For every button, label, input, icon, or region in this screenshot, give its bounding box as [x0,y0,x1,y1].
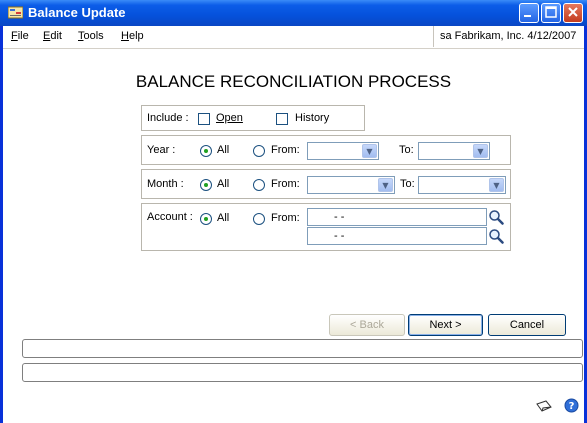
month-all-radio[interactable] [200,179,212,191]
minimize-button[interactable] [519,3,539,23]
year-group: Year : All From: ▼ To: ▼ [141,135,511,165]
close-button[interactable] [563,3,583,23]
account-from-field[interactable]: - - [307,208,487,226]
next-button[interactable]: Next > [408,314,483,336]
note-icon[interactable] [535,398,553,414]
account-all-label[interactable]: All [217,212,229,224]
chevron-down-icon[interactable]: ▼ [489,178,504,192]
title-bar[interactable]: Balance Update [0,0,587,26]
chevron-down-icon[interactable]: ▼ [378,178,393,192]
minimize-icon [524,15,531,17]
close-icon [568,7,578,17]
menu-file[interactable]: File [11,30,29,42]
info-field-1 [22,339,583,358]
include-label: Include : [147,112,189,124]
magnifier-lookup-icon[interactable] [488,228,504,244]
svg-text:?: ? [569,401,575,412]
year-to-dropdown[interactable]: ▼ [418,142,490,160]
menu-edit[interactable]: Edit [43,30,62,42]
account-group: Account : All From: - - - - [141,203,511,251]
cancel-button[interactable]: Cancel [488,314,566,336]
month-to-label: To: [400,178,415,190]
month-label: Month : [147,178,184,190]
account-label: Account : [147,211,193,223]
menu-bar: File Edit Tools Help sa Fabrikam, Inc. 4… [3,26,584,49]
year-label: Year : [147,144,176,156]
year-to-label: To: [399,144,414,156]
month-from-label[interactable]: From: [271,178,300,190]
open-label[interactable]: Open [216,112,243,124]
menu-help[interactable]: Help [121,30,144,42]
year-from-radio[interactable] [253,145,265,157]
account-from-label[interactable]: From: [271,212,300,224]
month-to-dropdown[interactable]: ▼ [418,176,506,194]
maximize-button[interactable] [541,3,561,23]
history-label[interactable]: History [295,112,329,124]
magnifier-lookup-icon[interactable] [488,209,504,225]
year-from-dropdown[interactable]: ▼ [307,142,379,160]
account-from-radio[interactable] [253,213,265,225]
account-to-field[interactable]: - - [307,227,487,245]
user-company-date: sa Fabrikam, Inc. 4/12/2007 [433,26,584,47]
page-title: BALANCE RECONCILIATION PROCESS [135,72,452,91]
year-from-label[interactable]: From: [271,144,300,156]
month-all-label[interactable]: All [217,178,229,190]
month-group: Month : All From: ▼ To: ▼ [141,169,511,199]
month-from-radio[interactable] [253,179,265,191]
history-checkbox[interactable] [276,113,288,125]
month-from-dropdown[interactable]: ▼ [307,176,395,194]
open-checkbox[interactable] [198,113,210,125]
window-title: Balance Update [28,5,126,20]
year-all-radio[interactable] [200,145,212,157]
menu-tools[interactable]: Tools [78,30,104,42]
chevron-down-icon[interactable]: ▼ [362,144,377,158]
account-all-radio[interactable] [200,213,212,225]
chevron-down-icon[interactable]: ▼ [473,144,488,158]
back-button[interactable]: < Back [329,314,405,336]
include-group: Include : Open History [141,105,365,131]
maximize-icon [545,6,557,18]
info-field-2 [22,363,583,382]
help-icon[interactable]: ? [564,398,579,413]
balance-update-icon [8,6,23,19]
year-all-label[interactable]: All [217,144,229,156]
